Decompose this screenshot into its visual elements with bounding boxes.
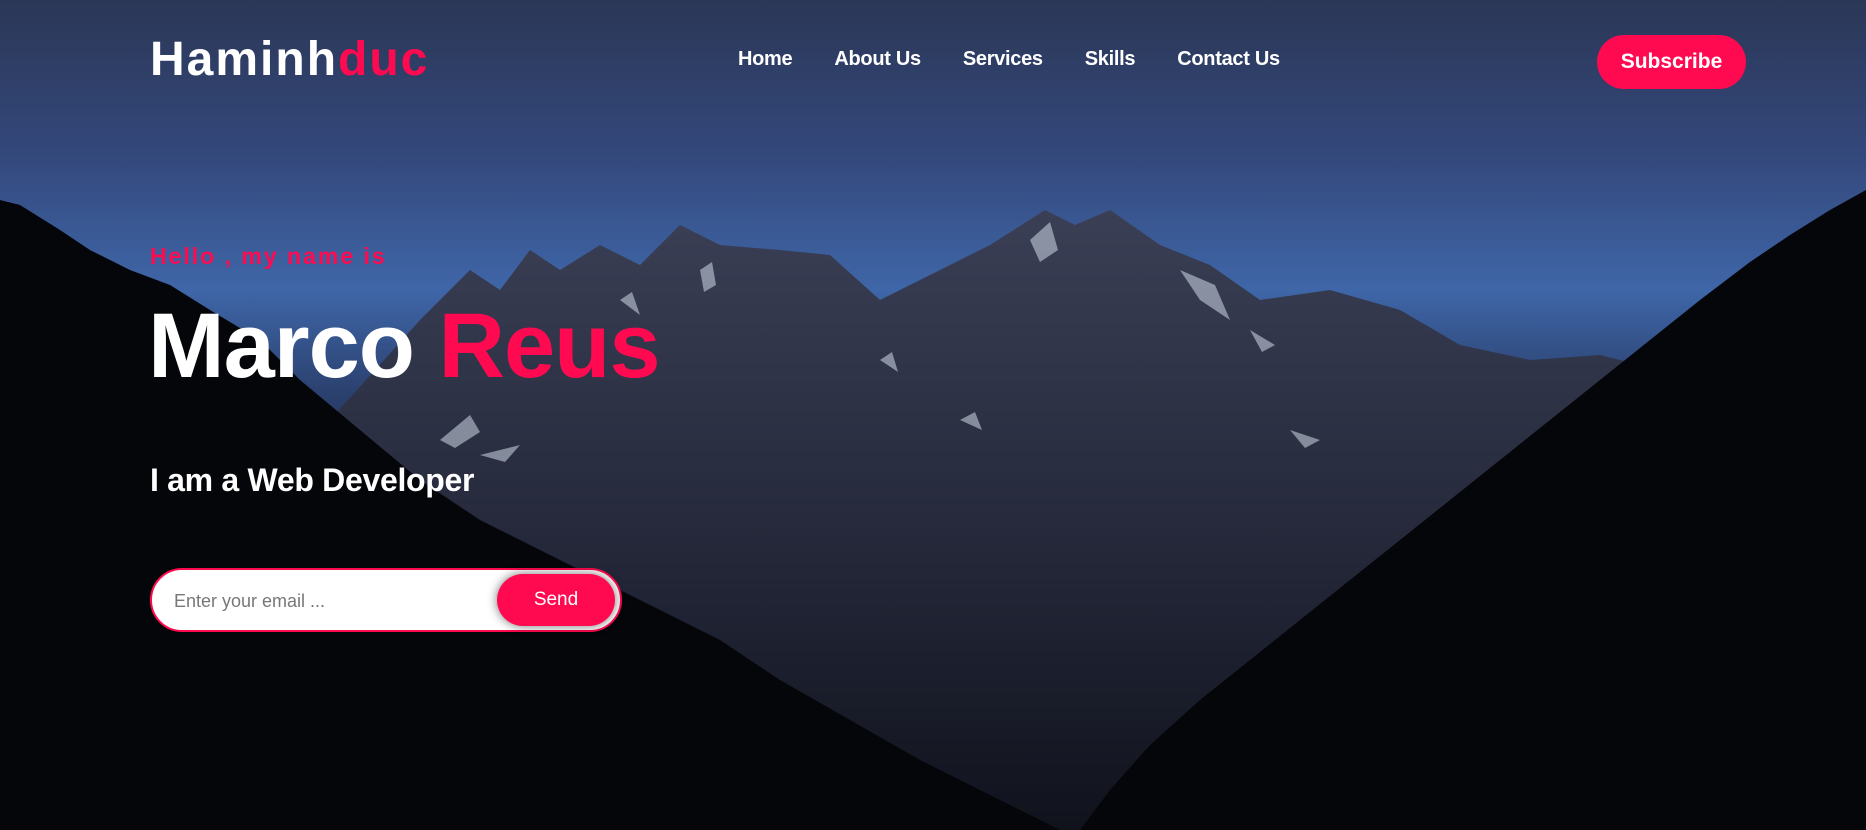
- nav-services-link[interactable]: Services: [963, 48, 1043, 71]
- hero-name: Marco Reus: [148, 300, 660, 392]
- logo-main-text: Haminh: [150, 33, 339, 86]
- nav-home-link[interactable]: Home: [738, 48, 793, 71]
- mountain-background-image: [0, 190, 1866, 830]
- nav-skills-link[interactable]: Skills: [1085, 48, 1136, 71]
- role-text: I am a Web Developer: [150, 462, 475, 498]
- main-nav: Home About Us Services Skills Contact Us: [738, 48, 1280, 71]
- email-form: Send: [150, 568, 622, 632]
- email-input[interactable]: [172, 584, 446, 618]
- nav-about-link[interactable]: About Us: [834, 48, 921, 71]
- last-name: Reus: [438, 295, 661, 397]
- greeting-text: Hello , my name is: [150, 243, 387, 269]
- hero-section: Haminhduc Home About Us Services Skills …: [0, 0, 1866, 830]
- site-logo[interactable]: Haminhduc: [150, 36, 429, 84]
- send-button[interactable]: Send: [497, 574, 615, 626]
- nav-contact-link[interactable]: Contact Us: [1177, 48, 1280, 71]
- first-name: Marco: [148, 295, 415, 397]
- subscribe-button[interactable]: Subscribe: [1597, 35, 1746, 89]
- logo-accent-text: duc: [338, 33, 430, 86]
